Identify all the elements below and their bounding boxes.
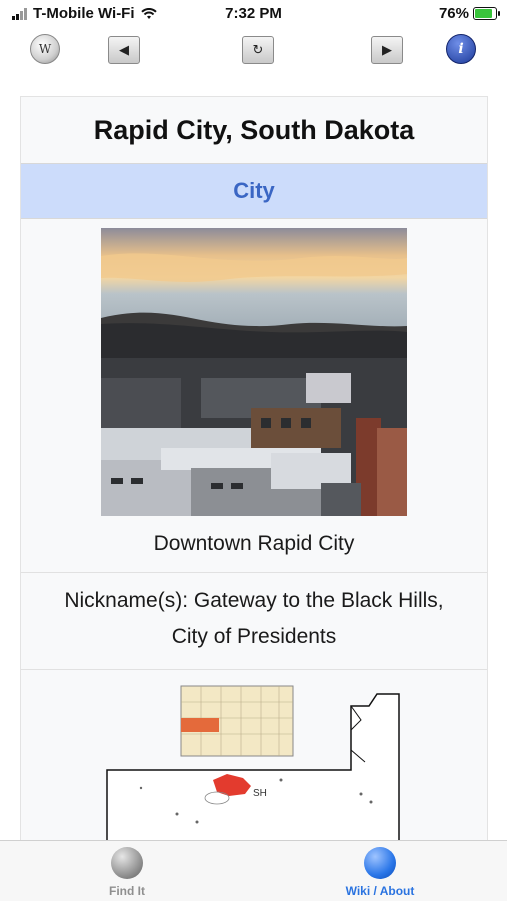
battery-percent: 76% [438,5,469,22]
battery-status: 76% [438,5,500,22]
nickname-text: Nickname(s): Gateway to the Black Hills,… [64,589,444,648]
status-bar: T-Mobile Wi-Fi 7:32 PM 76% [0,0,507,28]
tab-bar: Find It Wiki / About [0,840,507,901]
globe-icon [111,847,143,879]
article-title: Rapid City, South Dakota [93,115,415,145]
globe-icon [364,847,396,879]
infobox-card: Rapid City, South Dakota City Downtown R… [20,96,488,842]
info-icon: i [458,41,464,57]
tab-label: Wiki / About [345,884,415,898]
tab-wiki-about[interactable]: Wiki / About [320,847,440,898]
toolbar: W ◀ ↻ ▶ i [0,32,507,66]
reload-button[interactable]: ↻ [242,36,274,64]
clock: 7:32 PM [225,5,282,22]
image-caption: Downtown Rapid City [153,532,355,555]
info-button[interactable]: i [446,34,476,64]
article-type: City [21,163,487,219]
map-label: SH [253,788,267,799]
battery-icon [473,7,500,20]
reload-icon: ↻ [252,42,264,57]
location-map[interactable]: SH [21,670,487,841]
wikipedia-globe-icon[interactable]: W [30,34,60,64]
triangle-left-icon: ◀ [119,42,129,57]
tab-find-it[interactable]: Find It [67,847,187,898]
triangle-right-icon: ▶ [382,42,392,57]
downtown-photo[interactable] [101,228,407,516]
back-button[interactable]: ◀ [108,36,140,64]
forward-button[interactable]: ▶ [371,36,403,64]
tab-label: Find It [109,884,145,898]
